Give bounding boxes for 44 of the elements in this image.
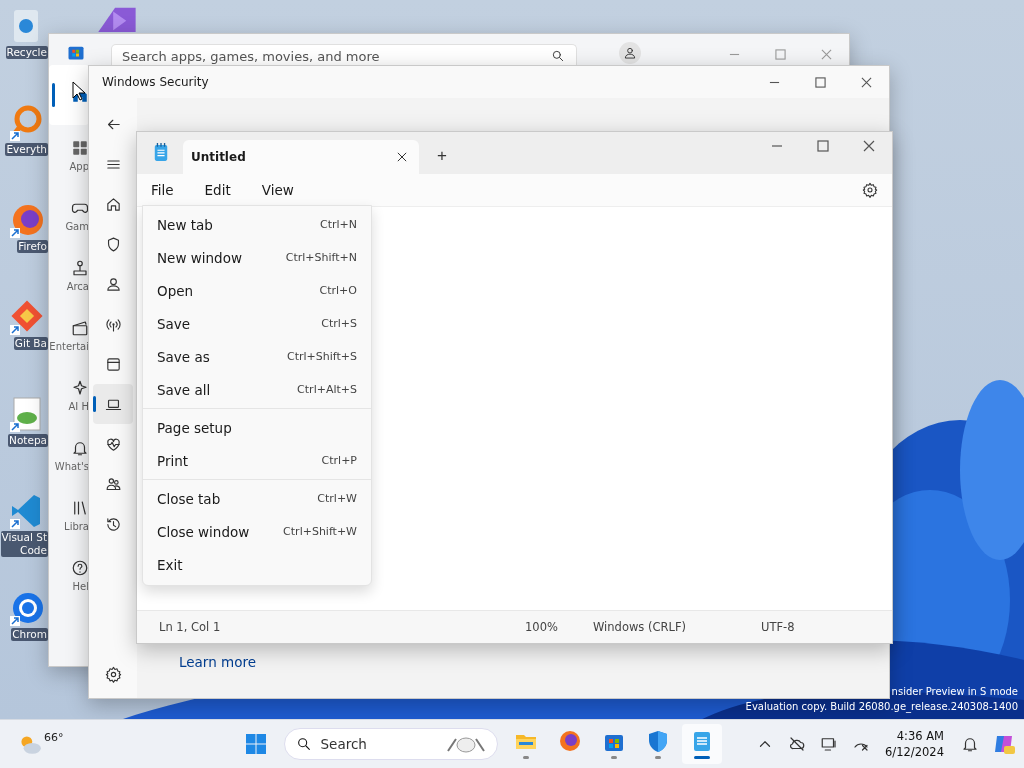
nav-item[interactable]: Gam	[49, 185, 89, 245]
icon-label: Chrom	[11, 628, 48, 641]
status-text: Windows (CRLF)	[593, 620, 687, 634]
temperature-text: 66°	[44, 731, 64, 744]
icon-label: Firefo	[17, 240, 48, 253]
learn-more-link[interactable]: Learn more	[179, 654, 889, 670]
menu-item[interactable]: Close window Ctrl+Shift+W	[143, 515, 371, 548]
icon-label: Visual St Code	[0, 531, 48, 557]
nav-item[interactable]: Entertai	[49, 305, 89, 365]
icon-label: Everyth	[5, 143, 48, 156]
icon-label: Recycle	[5, 46, 48, 59]
status-text: Ln 1, Col 1	[159, 620, 222, 634]
nav-item[interactable]: Libra	[49, 485, 89, 545]
clock-date: 6/12/2024	[885, 744, 944, 760]
status-text: UTF-8	[761, 620, 795, 634]
new-tab-button[interactable]: +	[437, 146, 447, 166]
icon-label: Notepa	[8, 434, 48, 447]
menu-item[interactable]: Open Ctrl+O	[143, 274, 371, 307]
menu-item[interactable]: New window Ctrl+Shift+N	[143, 241, 371, 274]
icon-label: Git Ba	[13, 337, 48, 350]
nav-item[interactable]: AI H	[49, 365, 89, 425]
watermark-text: nsider Preview in S mode	[891, 685, 1018, 699]
nav-item[interactable]: App	[49, 125, 89, 185]
menu-item[interactable]: File	[144, 182, 181, 198]
menu-item[interactable]: Page setup	[143, 411, 371, 444]
search-field[interactable]: Search apps, games, movies, and more	[111, 44, 577, 65]
nav-item[interactable]: What's	[49, 425, 89, 485]
menu-item[interactable]: Save as Ctrl+Shift+S	[143, 340, 371, 373]
nav-item[interactable]: Arca	[49, 245, 89, 305]
nav-item[interactable]: Hel	[49, 545, 89, 605]
status-text: 100%	[525, 620, 559, 634]
menu-item[interactable]: Exit	[143, 548, 371, 581]
menu-item[interactable]: Save Ctrl+S	[143, 307, 371, 340]
watermark-text: Evaluation copy. Build 26080.ge_release.240308-1400	[745, 700, 1018, 714]
window-title: Windows Security	[102, 75, 209, 89]
menu-item[interactable]: New tab Ctrl+N	[143, 208, 371, 241]
menu-item[interactable]: Edit	[197, 182, 238, 198]
menu-item[interactable]: View	[254, 182, 301, 198]
menu-item[interactable]: Close tab Ctrl+W	[143, 482, 371, 515]
clock-time: 4:36 AM	[896, 728, 944, 744]
menu-item[interactable]: Save all Ctrl+Alt+S	[143, 373, 371, 406]
menu-item[interactable]: Print Ctrl+P	[143, 444, 371, 477]
tab[interactable]: Untitled	[183, 140, 419, 174]
search-field[interactable]: Search	[283, 728, 498, 760]
